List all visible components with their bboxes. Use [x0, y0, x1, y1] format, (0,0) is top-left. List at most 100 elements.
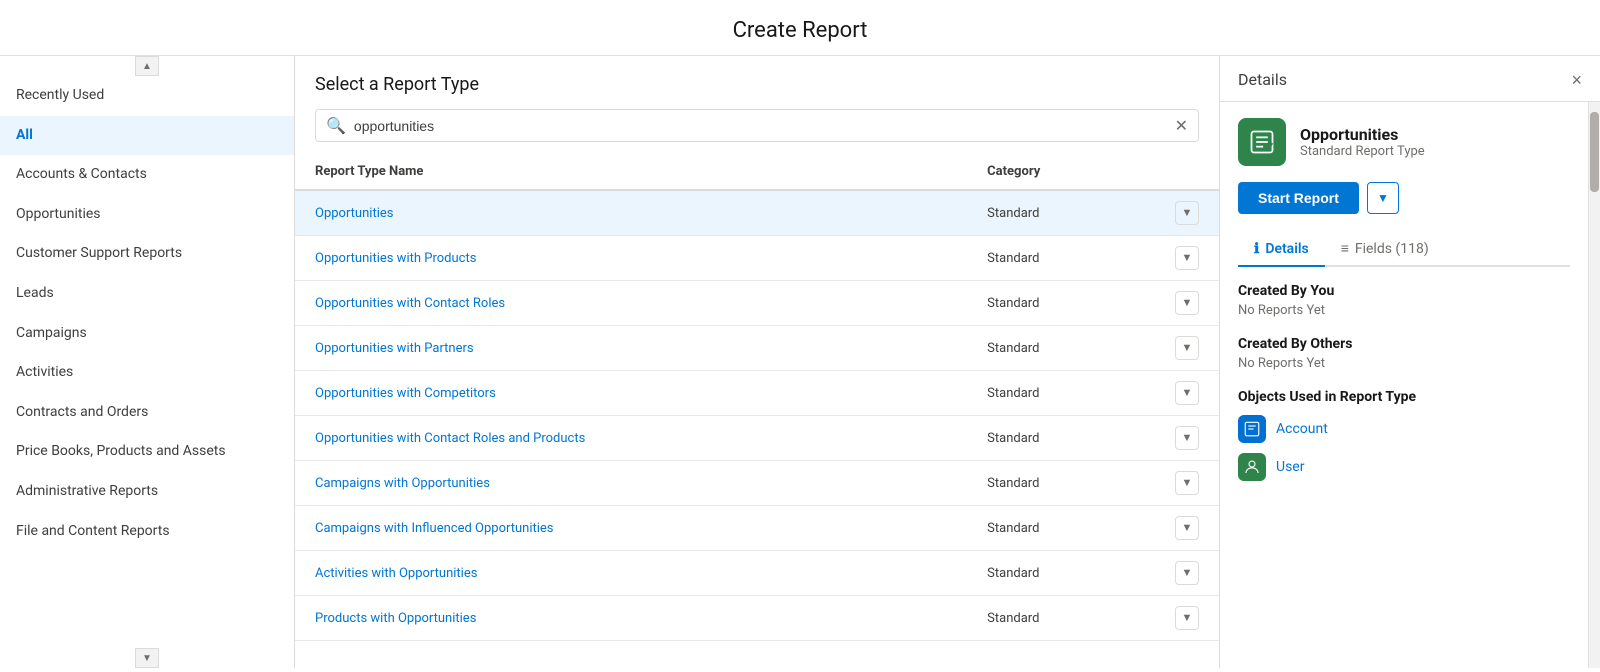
- created-by-you-value: No Reports Yet: [1238, 303, 1570, 318]
- sidebar-item-file-content-reports[interactable]: File and Content Reports: [0, 512, 294, 552]
- report-row-category: Standard ▼: [967, 236, 1219, 281]
- sidebar-item-opportunities[interactable]: Opportunities: [0, 195, 294, 235]
- detail-content: Opportunities Standard Report Type Start…: [1220, 102, 1588, 668]
- sidebar-item-activities[interactable]: Activities: [0, 353, 294, 393]
- report-name-link[interactable]: Opportunities: [315, 206, 393, 221]
- object-item-account: Account: [1238, 415, 1570, 443]
- report-name-link[interactable]: Opportunities with Competitors: [315, 386, 496, 401]
- report-row-category: Standard▼: [967, 506, 1219, 551]
- select-title: Select a Report Type: [315, 74, 1199, 95]
- action-buttons: Start Report ▼: [1238, 182, 1570, 214]
- report-type-info: Opportunities Standard Report Type: [1300, 125, 1425, 159]
- right-scrollbar: [1588, 102, 1600, 668]
- objects-list: Account User: [1238, 415, 1570, 481]
- sidebar-item-contracts-and-orders[interactable]: Contracts and Orders: [0, 393, 294, 433]
- row-dropdown-button[interactable]: ▼: [1175, 606, 1199, 630]
- details-tab-icon: ℹ: [1254, 241, 1259, 257]
- scrollbar-track[interactable]: [1589, 102, 1600, 668]
- report-name-link[interactable]: Campaigns with Opportunities: [315, 476, 490, 491]
- report-row-category: Standard ▼: [967, 416, 1219, 461]
- table-row[interactable]: Opportunities with Contact Roles and Pro…: [295, 416, 1219, 461]
- scrollbar-thumb[interactable]: [1590, 112, 1599, 192]
- sidebar-item-administrative-reports[interactable]: Administrative Reports: [0, 472, 294, 512]
- sidebar-items: Recently UsedAllAccounts & ContactsOppor…: [0, 56, 294, 551]
- table-row[interactable]: Opportunities Standard ▼: [295, 190, 1219, 236]
- table-row[interactable]: Products with Opportunities Standard▼: [295, 596, 1219, 641]
- start-report-button[interactable]: Start Report: [1238, 182, 1359, 214]
- report-name-link[interactable]: Opportunities with Products: [315, 251, 476, 266]
- category-value: Standard: [987, 296, 1039, 311]
- user-link[interactable]: User: [1276, 459, 1304, 475]
- right-panel-header: Details ×: [1220, 56, 1600, 102]
- row-dropdown-button[interactable]: ▼: [1175, 426, 1199, 450]
- center-header: Select a Report Type 🔍 ✕: [295, 56, 1219, 154]
- category-value: Standard: [987, 251, 1039, 266]
- row-dropdown-button[interactable]: ▼: [1175, 201, 1199, 225]
- report-row-name: Products with Opportunities: [295, 596, 967, 641]
- sidebar: ▲ Recently UsedAllAccounts & ContactsOpp…: [0, 56, 295, 668]
- tab-fields[interactable]: ≡ Fields (118): [1325, 232, 1445, 267]
- report-row-category: Standard▼: [967, 371, 1219, 416]
- sidebar-item-leads[interactable]: Leads: [0, 274, 294, 314]
- right-panel-body: Opportunities Standard Report Type Start…: [1220, 102, 1600, 668]
- report-row-name: Activities with Opportunities: [295, 551, 967, 596]
- category-value: Standard: [987, 566, 1039, 581]
- report-name-link[interactable]: Opportunities with Contact Roles: [315, 296, 505, 311]
- start-report-dropdown-button[interactable]: ▼: [1367, 182, 1399, 214]
- report-name-link[interactable]: Campaigns with Influenced Opportunities: [315, 521, 554, 536]
- objects-section: Objects Used in Report Type AccountUser: [1238, 389, 1570, 481]
- created-by-others-title: Created By Others: [1238, 336, 1570, 352]
- report-name-link[interactable]: Opportunities with Partners: [315, 341, 474, 356]
- report-row-name: Opportunities with Competitors: [295, 371, 967, 416]
- search-icon: 🔍: [326, 116, 346, 135]
- close-button[interactable]: ×: [1571, 71, 1582, 89]
- row-dropdown-button[interactable]: ▼: [1175, 291, 1199, 315]
- search-bar-container: 🔍 ✕: [315, 109, 1199, 142]
- report-row-category: Standard▼: [967, 596, 1219, 641]
- row-dropdown-button[interactable]: ▼: [1175, 516, 1199, 540]
- row-dropdown-button[interactable]: ▼: [1175, 471, 1199, 495]
- table-row[interactable]: Opportunities with Contact Roles Standard…: [295, 281, 1219, 326]
- tab-details[interactable]: ℹ Details: [1238, 232, 1325, 267]
- sidebar-item-all[interactable]: All: [0, 116, 294, 156]
- report-name-link[interactable]: Products with Opportunities: [315, 611, 476, 626]
- table-row[interactable]: Opportunities with Products Standard ▼: [295, 236, 1219, 281]
- sidebar-item-price-books[interactable]: Price Books, Products and Assets: [0, 432, 294, 472]
- category-value: Standard: [987, 206, 1039, 221]
- object-item-user: User: [1238, 453, 1570, 481]
- clear-search-icon[interactable]: ✕: [1175, 116, 1188, 135]
- table-row[interactable]: Opportunities with Competitors Standard▼: [295, 371, 1219, 416]
- sidebar-item-customer-support-reports[interactable]: Customer Support Reports: [0, 234, 294, 274]
- sidebar-item-accounts-contacts[interactable]: Accounts & Contacts: [0, 155, 294, 195]
- details-panel-title: Details: [1238, 70, 1287, 89]
- report-row-name: Campaigns with Influenced Opportunities: [295, 506, 967, 551]
- category-value: Standard: [987, 341, 1039, 356]
- row-dropdown-button[interactable]: ▼: [1175, 246, 1199, 270]
- category-value: Standard: [987, 431, 1039, 446]
- report-row-category: Standard ▼: [967, 281, 1219, 326]
- table-row[interactable]: Campaigns with OpportunitiesStandard▼: [295, 461, 1219, 506]
- account-icon: [1238, 415, 1266, 443]
- report-type-header: Opportunities Standard Report Type: [1238, 118, 1570, 166]
- col-category: Category: [967, 154, 1219, 190]
- table-row[interactable]: Campaigns with Influenced Opportunities S…: [295, 506, 1219, 551]
- table-row[interactable]: Opportunities with Partners Standard ▼: [295, 326, 1219, 371]
- table-row[interactable]: Activities with Opportunities Standard ▼: [295, 551, 1219, 596]
- center-panel: Select a Report Type 🔍 ✕ Report Type Nam…: [295, 56, 1220, 668]
- details-tab-label: Details: [1265, 241, 1308, 257]
- report-row-name: Opportunities with Contact Roles and Pro…: [295, 416, 967, 461]
- sidebar-scroll-up[interactable]: ▲: [135, 56, 159, 76]
- search-input[interactable]: [354, 118, 1175, 134]
- report-table: Report Type Name Category OpportunitiesS…: [295, 154, 1219, 668]
- report-name-link[interactable]: Activities with Opportunities: [315, 566, 477, 581]
- sidebar-item-campaigns[interactable]: Campaigns: [0, 314, 294, 354]
- report-row-category: Standard ▼: [967, 551, 1219, 596]
- report-name-link[interactable]: Opportunities with Contact Roles and Pro…: [315, 431, 585, 446]
- sidebar-scroll-down[interactable]: ▼: [135, 648, 159, 668]
- sidebar-item-recently-used[interactable]: Recently Used: [0, 76, 294, 116]
- row-dropdown-button[interactable]: ▼: [1175, 336, 1199, 360]
- row-dropdown-button[interactable]: ▼: [1175, 381, 1199, 405]
- account-link[interactable]: Account: [1276, 421, 1328, 437]
- row-dropdown-button[interactable]: ▼: [1175, 561, 1199, 585]
- fields-tab-label: Fields (118): [1355, 241, 1429, 257]
